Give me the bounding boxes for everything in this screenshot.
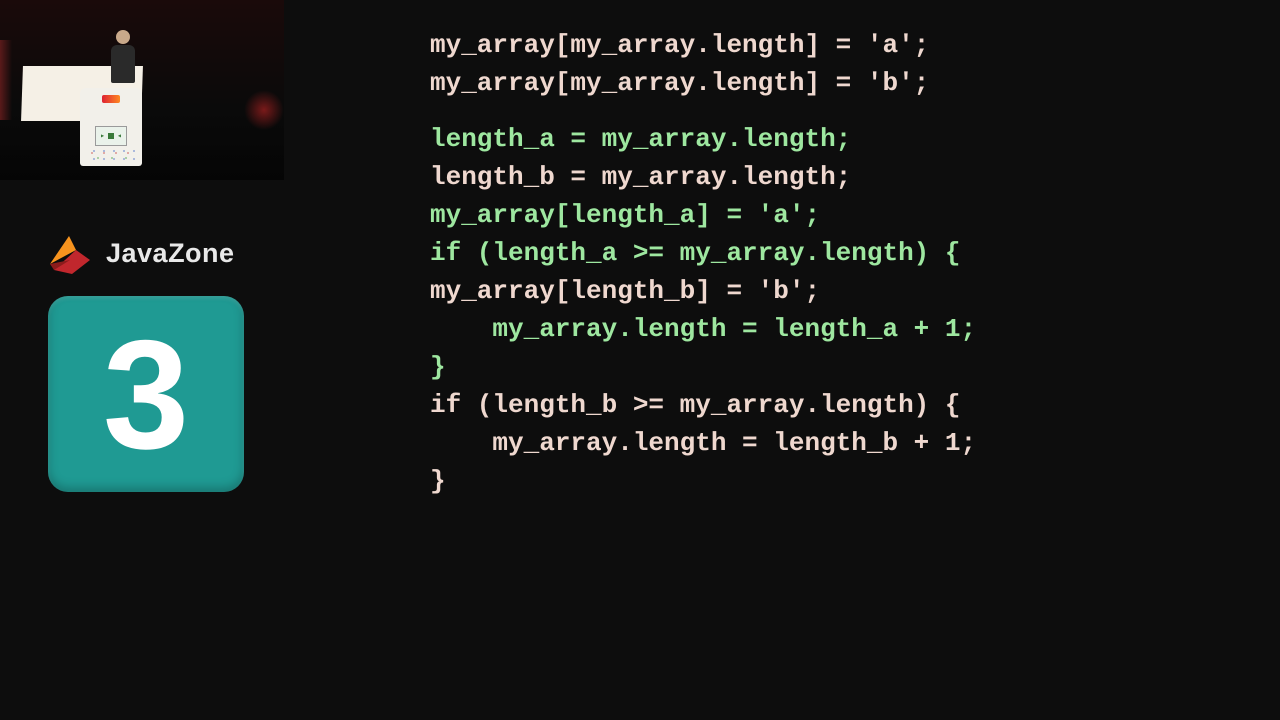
countdown-number: 3 xyxy=(103,317,189,472)
stage-light-right xyxy=(244,90,284,130)
code-line: if (length_a >= my_array.length) { xyxy=(430,234,1250,272)
code-line: my_array[length_a] = 'a'; xyxy=(430,196,1250,234)
countdown-badge: 3 xyxy=(48,296,244,492)
code-line: if (length_b >= my_array.length) { xyxy=(430,386,1250,424)
conference-brand-name: JavaZone xyxy=(106,238,235,269)
javazone-logo-icon xyxy=(46,230,92,276)
code-line: my_array[length_b] = 'b'; xyxy=(430,272,1250,310)
code-line: my_array.length = length_a + 1; xyxy=(430,310,1250,348)
stage-light-left xyxy=(0,40,12,120)
code-line: } xyxy=(430,348,1250,386)
speaker-figure xyxy=(108,30,138,85)
conference-brand: JavaZone xyxy=(46,230,235,276)
code-line: length_b = my_array.length; xyxy=(430,158,1250,196)
code-line: my_array.length = length_b + 1; xyxy=(430,424,1250,462)
stage-podium xyxy=(80,88,142,166)
code-line: my_array[my_array.length] = 'b'; xyxy=(430,64,1250,102)
code-line: my_array[my_array.length] = 'a'; xyxy=(430,26,1250,64)
slide-code-block: my_array[my_array.length] = 'a'; my_arra… xyxy=(430,26,1250,500)
speaker-video-thumbnail[interactable] xyxy=(0,0,284,180)
code-line: } xyxy=(430,462,1250,500)
code-line: length_a = my_array.length; xyxy=(430,120,1250,158)
